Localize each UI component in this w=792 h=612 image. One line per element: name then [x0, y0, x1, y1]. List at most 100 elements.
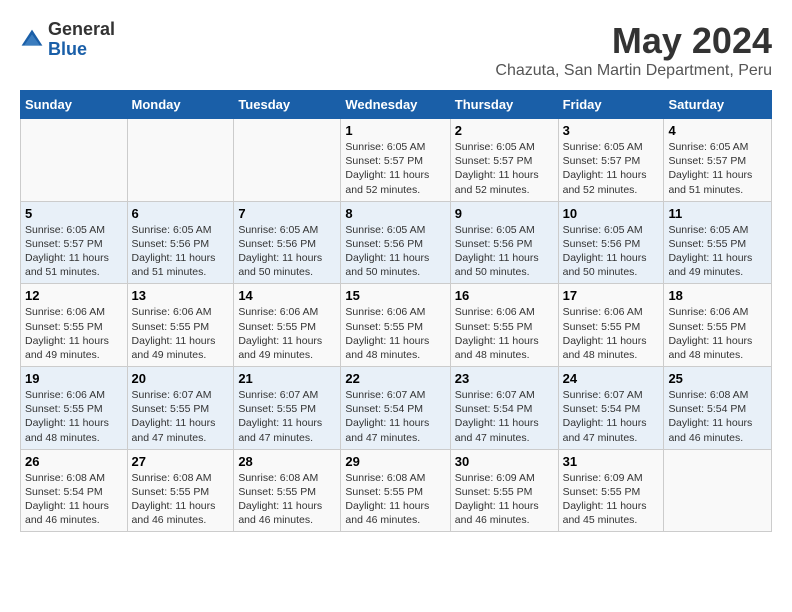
day-number: 26 [25, 454, 123, 469]
calendar-cell: 12 Sunrise: 6:06 AM Sunset: 5:55 PM Dayli… [21, 284, 128, 367]
calendar-cell: 24 Sunrise: 6:07 AM Sunset: 5:54 PM Dayli… [558, 367, 664, 450]
day-info: Sunrise: 6:08 AM Sunset: 5:54 PM Dayligh… [25, 472, 109, 527]
calendar-cell: 25 Sunrise: 6:08 AM Sunset: 5:54 PM Dayli… [664, 367, 772, 450]
calendar-cell: 21 Sunrise: 6:07 AM Sunset: 5:55 PM Dayli… [234, 367, 341, 450]
day-number: 10 [563, 206, 660, 221]
day-info: Sunrise: 6:05 AM Sunset: 5:56 PM Dayligh… [132, 224, 216, 279]
day-info: Sunrise: 6:05 AM Sunset: 5:57 PM Dayligh… [563, 141, 647, 196]
day-info: Sunrise: 6:05 AM Sunset: 5:55 PM Dayligh… [668, 224, 752, 279]
calendar-cell: 14 Sunrise: 6:06 AM Sunset: 5:55 PM Dayli… [234, 284, 341, 367]
calendar-cell: 8Sunrise: 6:05 AM Sunset: 5:56 PM Daylig… [341, 201, 450, 284]
calendar-cell: 15 Sunrise: 6:06 AM Sunset: 5:55 PM Dayli… [341, 284, 450, 367]
day-number: 22 [345, 371, 445, 386]
day-number: 15 [345, 288, 445, 303]
day-number: 29 [345, 454, 445, 469]
day-number: 6 [132, 206, 230, 221]
calendar-week-row: 19 Sunrise: 6:06 AM Sunset: 5:55 PM Dayli… [21, 367, 772, 450]
day-number: 2 [455, 123, 554, 138]
day-number: 3 [563, 123, 660, 138]
day-info: Sunrise: 6:05 AM Sunset: 5:56 PM Dayligh… [563, 224, 647, 279]
day-info: Sunrise: 6:07 AM Sunset: 5:54 PM Dayligh… [345, 389, 429, 444]
weekday-header-thursday: Thursday [450, 91, 558, 119]
day-info: Sunrise: 6:09 AM Sunset: 5:55 PM Dayligh… [455, 472, 539, 527]
calendar-cell: 29Sunrise: 6:08 AM Sunset: 5:55 PM Dayli… [341, 449, 450, 532]
day-number: 21 [238, 371, 336, 386]
day-number: 7 [238, 206, 336, 221]
calendar-cell: 20 Sunrise: 6:07 AM Sunset: 5:55 PM Dayli… [127, 367, 234, 450]
weekday-header-wednesday: Wednesday [341, 91, 450, 119]
day-number: 11 [668, 206, 767, 221]
weekday-header-monday: Monday [127, 91, 234, 119]
calendar-cell: 26 Sunrise: 6:08 AM Sunset: 5:54 PM Dayli… [21, 449, 128, 532]
calendar-table: SundayMondayTuesdayWednesdayThursdayFrid… [20, 90, 772, 532]
calendar-cell: 9Sunrise: 6:05 AM Sunset: 5:56 PM Daylig… [450, 201, 558, 284]
weekday-header-sunday: Sunday [21, 91, 128, 119]
day-info: Sunrise: 6:08 AM Sunset: 5:54 PM Dayligh… [668, 389, 752, 444]
calendar-cell: 16 Sunrise: 6:06 AM Sunset: 5:55 PM Dayli… [450, 284, 558, 367]
calendar-cell: 5 Sunrise: 6:05 AM Sunset: 5:57 PM Daylig… [21, 201, 128, 284]
calendar-cell: 10 Sunrise: 6:05 AM Sunset: 5:56 PM Dayli… [558, 201, 664, 284]
day-number: 30 [455, 454, 554, 469]
weekday-header-tuesday: Tuesday [234, 91, 341, 119]
day-info: Sunrise: 6:08 AM Sunset: 5:55 PM Dayligh… [238, 472, 322, 527]
calendar-cell: 18Sunrise: 6:06 AM Sunset: 5:55 PM Dayli… [664, 284, 772, 367]
calendar-cell [664, 449, 772, 532]
day-number: 20 [132, 371, 230, 386]
calendar-cell: 7 Sunrise: 6:05 AM Sunset: 5:56 PM Daylig… [234, 201, 341, 284]
day-number: 31 [563, 454, 660, 469]
day-info: Sunrise: 6:05 AM Sunset: 5:57 PM Dayligh… [668, 141, 752, 196]
calendar-cell [234, 119, 341, 202]
calendar-cell: 22 Sunrise: 6:07 AM Sunset: 5:54 PM Dayli… [341, 367, 450, 450]
calendar-cell: 31 Sunrise: 6:09 AM Sunset: 5:55 PM Dayli… [558, 449, 664, 532]
weekday-header-saturday: Saturday [664, 91, 772, 119]
day-number: 14 [238, 288, 336, 303]
calendar-cell: 4 Sunrise: 6:05 AM Sunset: 5:57 PM Daylig… [664, 119, 772, 202]
day-number: 25 [668, 371, 767, 386]
weekday-header-row: SundayMondayTuesdayWednesdayThursdayFrid… [21, 91, 772, 119]
day-info: Sunrise: 6:09 AM Sunset: 5:55 PM Dayligh… [563, 472, 647, 527]
day-info: Sunrise: 6:05 AM Sunset: 5:56 PM Dayligh… [238, 224, 322, 279]
calendar-cell: 30 Sunrise: 6:09 AM Sunset: 5:55 PM Dayli… [450, 449, 558, 532]
day-info: Sunrise: 6:06 AM Sunset: 5:55 PM Dayligh… [668, 306, 752, 361]
day-number: 24 [563, 371, 660, 386]
day-info: Sunrise: 6:07 AM Sunset: 5:55 PM Dayligh… [132, 389, 216, 444]
day-info: Sunrise: 6:05 AM Sunset: 5:57 PM Dayligh… [455, 141, 539, 196]
day-number: 17 [563, 288, 660, 303]
calendar-week-row: 1 Sunrise: 6:05 AM Sunset: 5:57 PM Daylig… [21, 119, 772, 202]
logo-general-text: General [48, 20, 115, 40]
calendar-cell: 23Sunrise: 6:07 AM Sunset: 5:54 PM Dayli… [450, 367, 558, 450]
calendar-cell: 13Sunrise: 6:06 AM Sunset: 5:55 PM Dayli… [127, 284, 234, 367]
day-number: 27 [132, 454, 230, 469]
calendar-cell: 1 Sunrise: 6:05 AM Sunset: 5:57 PM Daylig… [341, 119, 450, 202]
day-number: 1 [345, 123, 445, 138]
calendar-week-row: 5 Sunrise: 6:05 AM Sunset: 5:57 PM Daylig… [21, 201, 772, 284]
day-info: Sunrise: 6:08 AM Sunset: 5:55 PM Dayligh… [132, 472, 216, 527]
day-number: 16 [455, 288, 554, 303]
day-info: Sunrise: 6:06 AM Sunset: 5:55 PM Dayligh… [455, 306, 539, 361]
day-number: 12 [25, 288, 123, 303]
calendar-cell [127, 119, 234, 202]
day-info: Sunrise: 6:06 AM Sunset: 5:55 PM Dayligh… [345, 306, 429, 361]
month-title: May 2024 [495, 20, 772, 62]
day-info: Sunrise: 6:06 AM Sunset: 5:55 PM Dayligh… [25, 389, 109, 444]
day-number: 13 [132, 288, 230, 303]
day-number: 5 [25, 206, 123, 221]
calendar-cell: 19 Sunrise: 6:06 AM Sunset: 5:55 PM Dayli… [21, 367, 128, 450]
day-info: Sunrise: 6:06 AM Sunset: 5:55 PM Dayligh… [238, 306, 322, 361]
day-info: Sunrise: 6:05 AM Sunset: 5:57 PM Dayligh… [345, 141, 429, 196]
day-info: Sunrise: 6:06 AM Sunset: 5:55 PM Dayligh… [25, 306, 109, 361]
calendar-week-row: 12 Sunrise: 6:06 AM Sunset: 5:55 PM Dayli… [21, 284, 772, 367]
day-info: Sunrise: 6:06 AM Sunset: 5:55 PM Dayligh… [563, 306, 647, 361]
title-area: May 2024 Chazuta, San Martin Department,… [495, 20, 772, 80]
day-info: Sunrise: 6:07 AM Sunset: 5:54 PM Dayligh… [563, 389, 647, 444]
day-info: Sunrise: 6:07 AM Sunset: 5:55 PM Dayligh… [238, 389, 322, 444]
calendar-cell: 11 Sunrise: 6:05 AM Sunset: 5:55 PM Dayli… [664, 201, 772, 284]
day-number: 19 [25, 371, 123, 386]
day-number: 4 [668, 123, 767, 138]
logo-blue-text: Blue [48, 40, 115, 60]
calendar-cell: 3 Sunrise: 6:05 AM Sunset: 5:57 PM Daylig… [558, 119, 664, 202]
day-info: Sunrise: 6:05 AM Sunset: 5:57 PM Dayligh… [25, 224, 109, 279]
calendar-cell: 2 Sunrise: 6:05 AM Sunset: 5:57 PM Daylig… [450, 119, 558, 202]
day-number: 8 [345, 206, 445, 221]
calendar-cell: 17 Sunrise: 6:06 AM Sunset: 5:55 PM Dayli… [558, 284, 664, 367]
